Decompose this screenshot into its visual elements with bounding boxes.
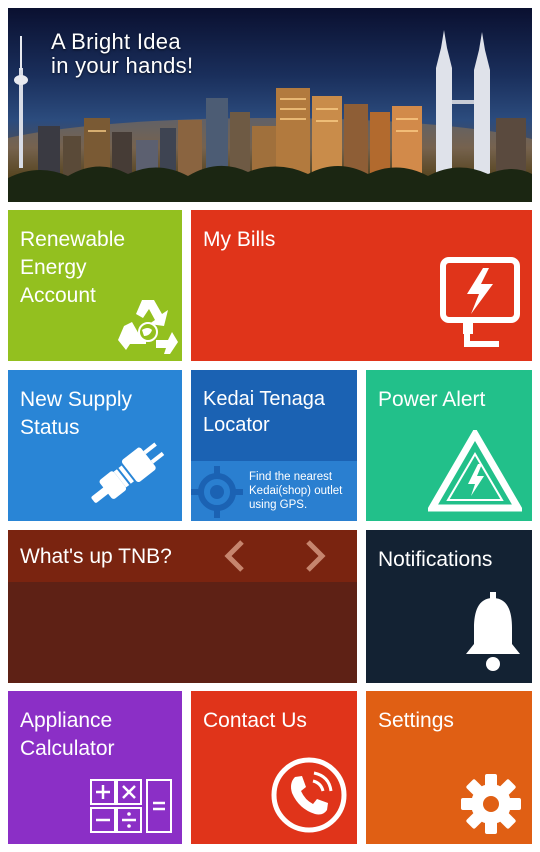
tile-label: My Bills: [203, 228, 276, 251]
tile-label: Notifications: [378, 548, 493, 571]
tile-notifications[interactable]: Notifications: [366, 530, 532, 683]
chevron-left-icon[interactable]: [220, 538, 250, 574]
tile-whats-up-tnb[interactable]: What's up TNB?: [8, 530, 357, 683]
warning-triangle-icon: [428, 430, 522, 512]
gear-icon: [461, 774, 521, 834]
tile-label: Settings: [378, 709, 454, 732]
crosshair-locator-icon: [191, 466, 243, 518]
tile-contact-us[interactable]: Contact Us: [191, 691, 357, 844]
chevron-right-icon[interactable]: [300, 538, 330, 574]
calculator-icon: [90, 779, 172, 833]
power-plug-icon: [91, 442, 165, 503]
tile-new-supply-status[interactable]: New Supply Status: [8, 370, 182, 521]
phone-icon: [271, 757, 347, 833]
tile-label: What's up TNB?: [20, 545, 172, 568]
recycle-globe-icon: [118, 300, 178, 354]
bill-lightning-icon: [440, 257, 520, 347]
tile-label: Appliance Calculator: [20, 709, 115, 760]
tile-label: Kedai Tenaga Locator: [203, 388, 325, 436]
tile-appliance-calculator[interactable]: Appliance Calculator: [8, 691, 182, 844]
tile-label: Renewable Energy Account: [20, 228, 126, 307]
tile-power-alert[interactable]: Power Alert: [366, 370, 532, 521]
locator-description: Find the nearest Kedai(shop) outlet usin…: [249, 471, 343, 511]
tagline-line-2: in your hands!: [51, 53, 194, 78]
hero-banner: A Bright Idea in your hands!: [8, 8, 532, 202]
banner-tagline: A Bright Idea in your hands!: [51, 30, 193, 78]
tile-my-bills[interactable]: My Bills: [191, 210, 532, 361]
tile-label: Power Alert: [378, 388, 486, 411]
tile-renewable-energy-account[interactable]: Renewable Energy Account: [8, 210, 182, 361]
tile-kedai-tenaga-locator[interactable]: Kedai Tenaga Locator Find the nearest Ke…: [191, 370, 357, 521]
bell-icon: [466, 592, 520, 671]
tile-label: Contact Us: [203, 709, 307, 732]
tagline-line-1: A Bright Idea: [51, 29, 181, 54]
tile-settings[interactable]: Settings: [366, 691, 532, 844]
